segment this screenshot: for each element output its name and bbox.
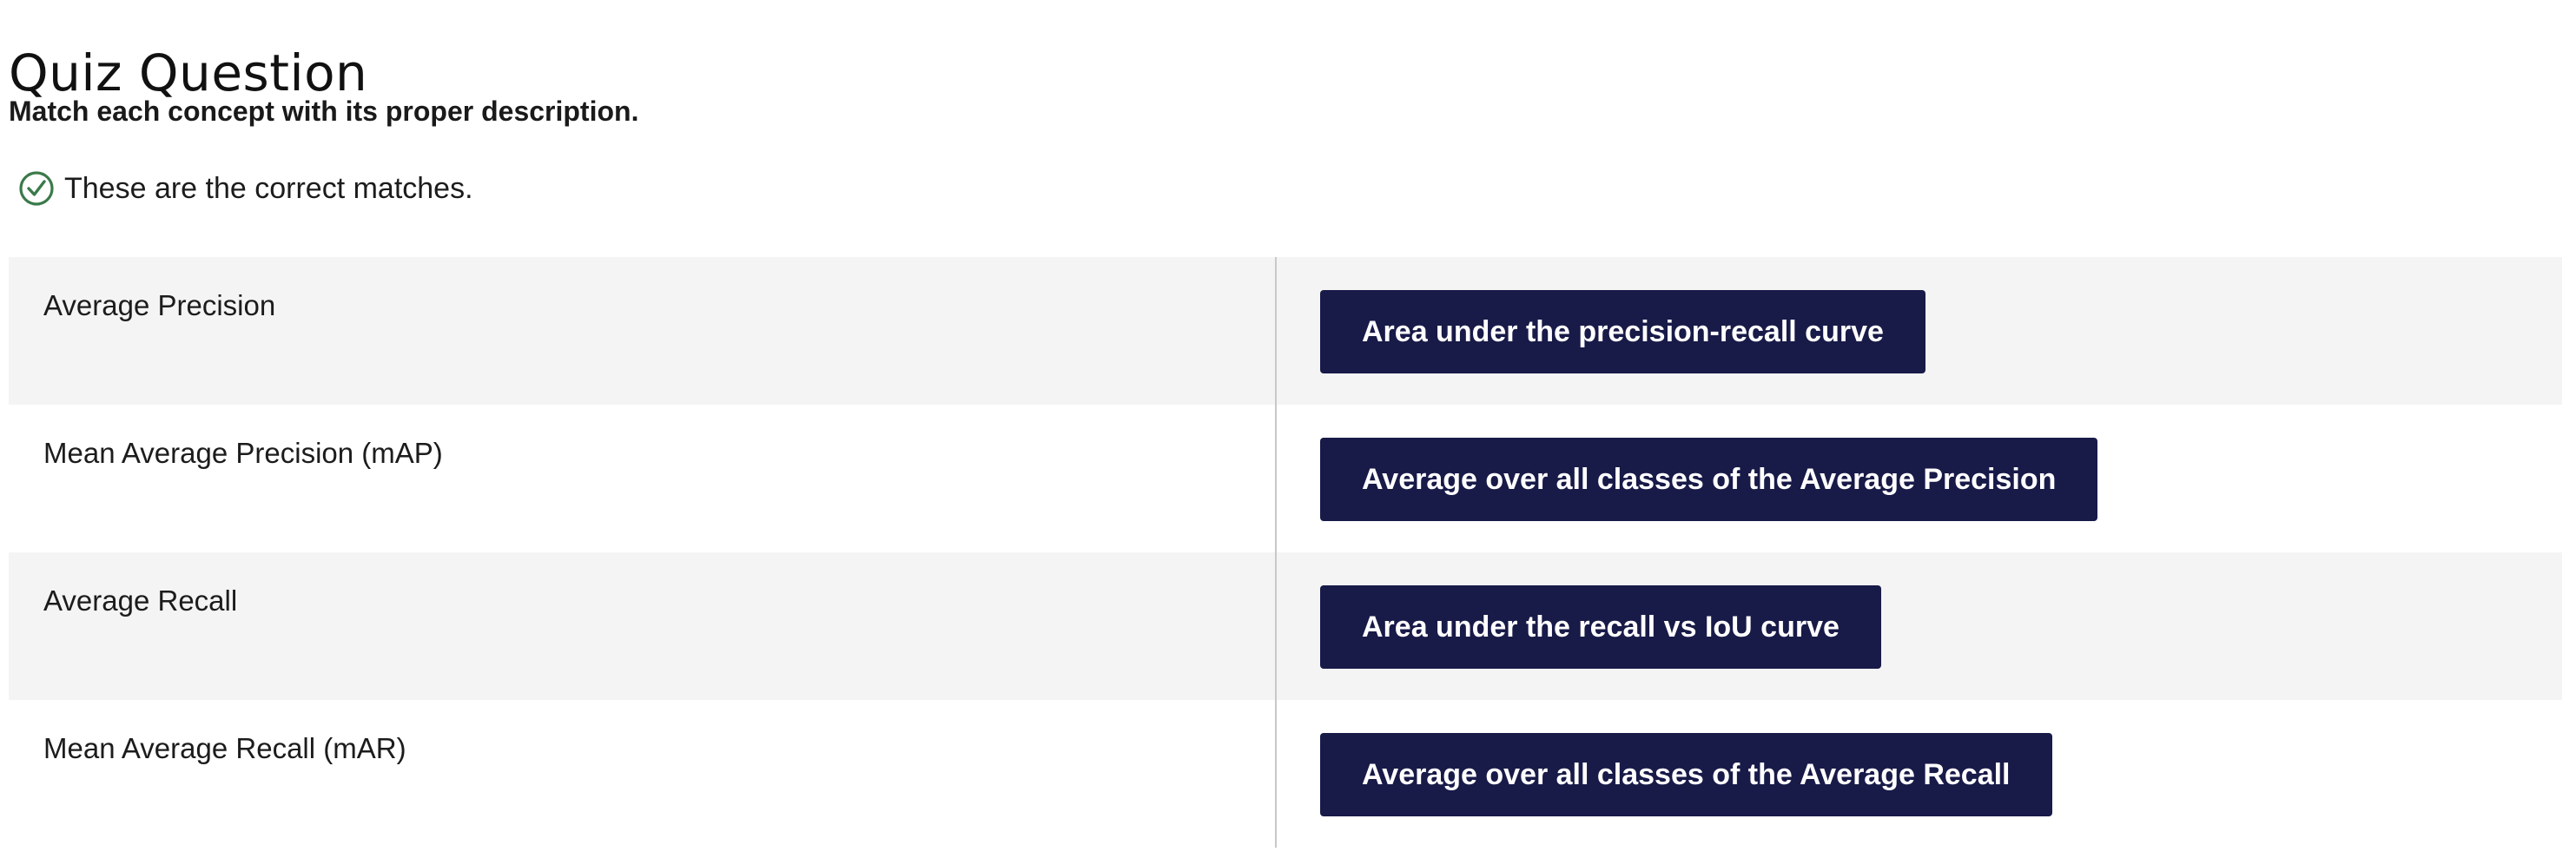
feedback-message: These are the correct matches. <box>64 172 473 205</box>
match-row: Average Precision Area under the precisi… <box>9 257 2562 405</box>
answer-chip[interactable]: Average over all classes of the Average … <box>1320 733 2052 816</box>
concept-label: Mean Average Precision (mAP) <box>43 437 443 469</box>
match-table: Average Precision Area under the precisi… <box>9 257 2562 848</box>
column-divider <box>1275 257 1277 848</box>
answer-chip[interactable]: Area under the precision-recall curve <box>1320 290 1925 373</box>
answer-chip[interactable]: Area under the recall vs IoU curve <box>1320 585 1881 669</box>
answer-chip[interactable]: Average over all classes of the Average … <box>1320 438 2098 521</box>
concept-label: Average Precision <box>43 289 276 321</box>
feedback-banner: These are the correct matches. <box>17 168 473 208</box>
question-prompt: Match each concept with its proper descr… <box>9 96 639 127</box>
check-circle-icon <box>17 169 56 208</box>
concept-label: Average Recall <box>43 584 238 617</box>
match-row: Average Recall Area under the recall vs … <box>9 552 2562 700</box>
match-row: Mean Average Precision (mAP) Average ove… <box>9 405 2562 552</box>
match-row: Mean Average Recall (mAR) Average over a… <box>9 700 2562 848</box>
concept-label: Mean Average Recall (mAR) <box>43 732 406 764</box>
